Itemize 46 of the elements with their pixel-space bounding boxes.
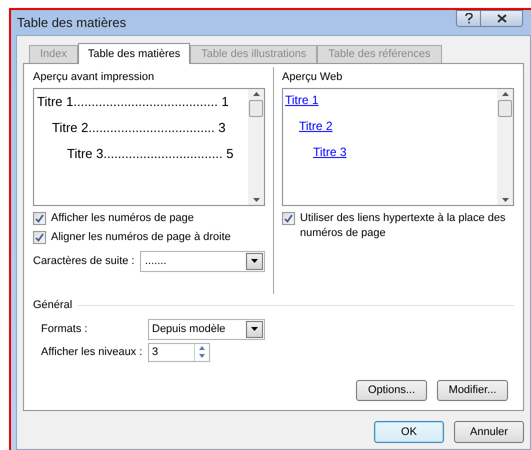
scroll-thumb[interactable] <box>498 100 512 116</box>
close-icon <box>496 14 506 23</box>
field-label: Formats : <box>41 322 88 337</box>
checkmark-icon <box>35 214 44 222</box>
checkmark-icon <box>35 232 44 242</box>
formats-dropdown[interactable]: Depuis modèle <box>148 318 265 340</box>
checkbox-label: Afficher les numéros de page <box>51 210 194 226</box>
scroll-down-icon <box>252 198 260 202</box>
panel-button[interactable]: Modifier... <box>437 380 508 401</box>
scrollbar[interactable] <box>248 88 264 204</box>
field-label: Caractères de suite : <box>33 254 136 269</box>
toc-entry: Titre 3................................. 5 <box>67 144 234 162</box>
window-title: Table des matières <box>17 14 126 32</box>
help-icon <box>464 13 472 24</box>
group-title: Général <box>33 298 72 313</box>
scrollbar[interactable] <box>497 88 513 204</box>
close-button[interactable] <box>481 10 523 27</box>
caret-icon <box>251 259 258 263</box>
scroll-down-icon <box>502 198 508 202</box>
checkbox-label: Utiliser des liens hypertexte à la place des numéros de page <box>300 210 506 240</box>
toc-entry: Titre 1........................................ 1 <box>37 92 230 110</box>
section-label: Aperçu avant impression <box>33 70 156 85</box>
field-label: Afficher les niveaux : <box>41 344 144 360</box>
section-label: Aperçu Web <box>282 70 344 85</box>
dialog-button[interactable]: OK <box>374 421 444 443</box>
checkbox[interactable] <box>282 212 295 224</box>
toc-link[interactable]: Titre 2 <box>299 114 333 140</box>
toc-entry: Titre 2................................... 3 <box>52 118 227 136</box>
dialog-button[interactable]: Annuler <box>454 421 524 443</box>
dropdown-arrow-button[interactable] <box>246 320 263 338</box>
tab[interactable]: Table des matières <box>78 43 190 64</box>
scroll-thumb[interactable] <box>249 100 263 116</box>
toc-link[interactable]: Titre 1 <box>285 88 319 114</box>
panel-button[interactable]: Options... <box>356 380 427 401</box>
scroll-up-icon <box>252 92 260 96</box>
leader-dropdown[interactable]: ....... <box>140 250 265 272</box>
toc-link[interactable]: Titre 3 <box>313 140 347 166</box>
checkbox[interactable] <box>33 212 46 224</box>
checkbox-label: Aligner les numéros de page à droite <box>51 230 231 244</box>
scroll-up-icon <box>502 92 508 96</box>
levels-spinbox[interactable]: 3 <box>148 342 210 362</box>
help-button[interactable] <box>456 10 481 27</box>
checkbox[interactable] <box>33 230 46 244</box>
caret-icon <box>251 327 258 331</box>
checkmark-icon <box>284 214 293 222</box>
dropdown-arrow-button[interactable] <box>246 252 263 270</box>
